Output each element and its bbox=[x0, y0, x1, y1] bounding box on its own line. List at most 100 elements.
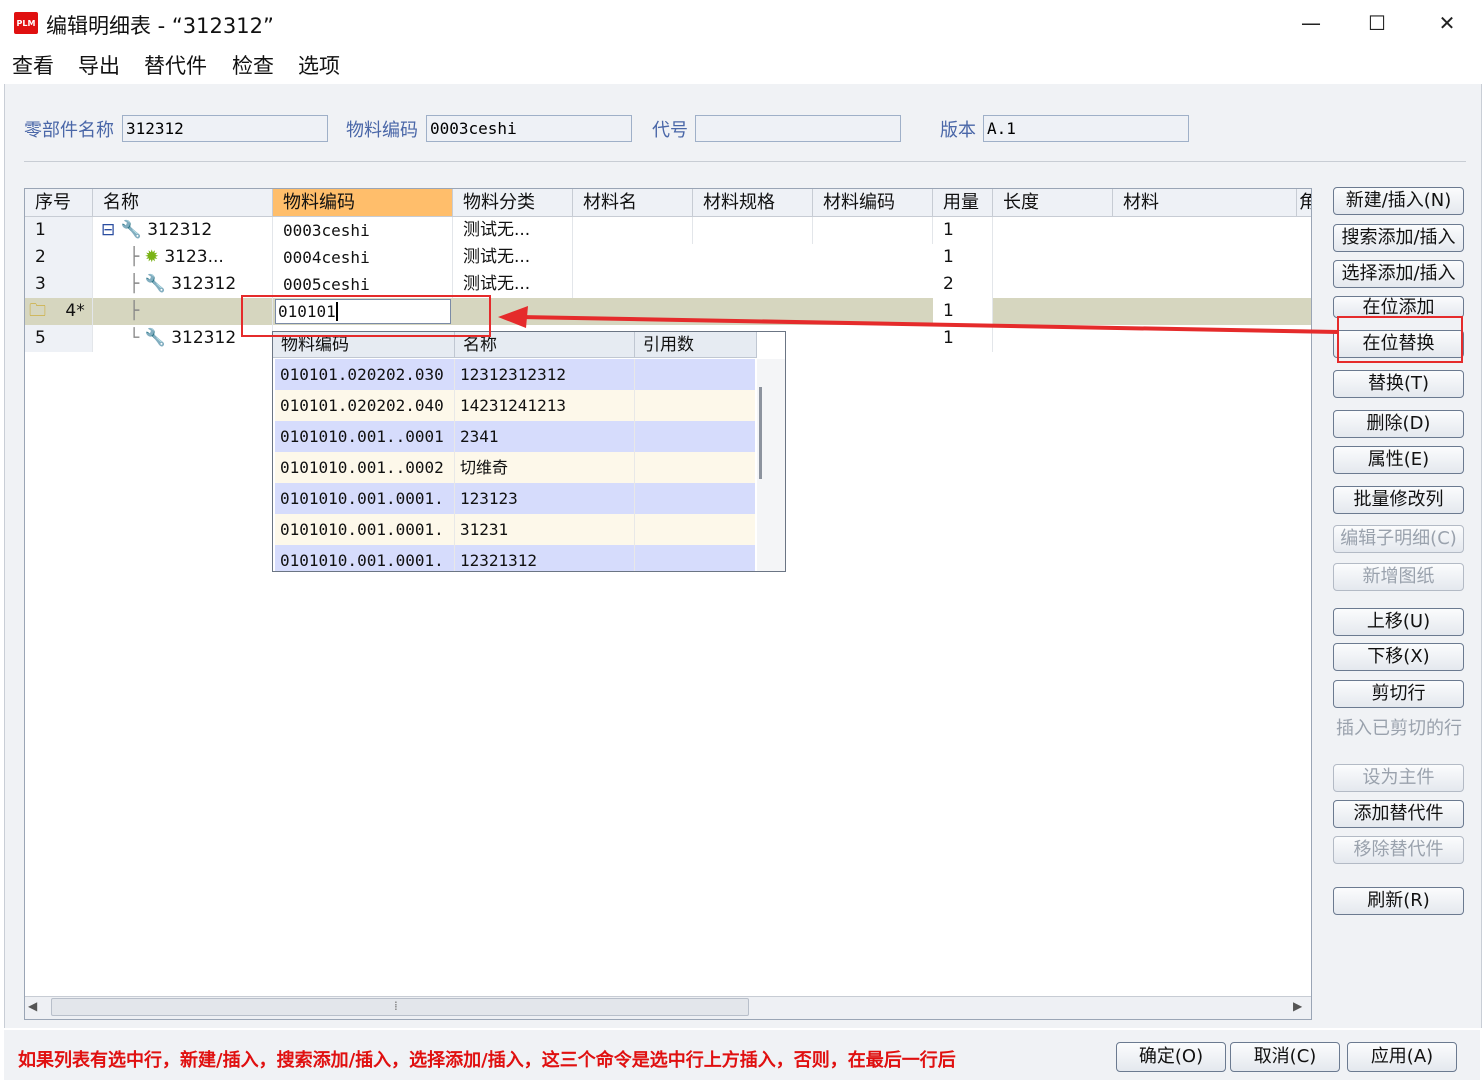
col-header-material[interactable]: 材料 bbox=[1113, 189, 1297, 217]
properties-button[interactable]: 属性(E) bbox=[1333, 446, 1464, 474]
dropdown-row-refs bbox=[635, 452, 755, 483]
col-header-category[interactable]: 物料分类 bbox=[453, 189, 573, 217]
dropdown-row[interactable]: 0101010.001..0001 2341 bbox=[275, 421, 755, 452]
tree-branch-icon: ├ bbox=[129, 247, 140, 267]
scroll-left-arrow-icon[interactable]: ◀ bbox=[28, 999, 37, 1013]
menu-options[interactable]: 选项 bbox=[298, 50, 340, 80]
part-icon: 🔧 bbox=[120, 220, 142, 240]
dropdown-row[interactable]: 0101010.001.0001. 123123 bbox=[275, 483, 755, 514]
row-seq: 3 bbox=[25, 271, 93, 298]
table-row[interactable]: 2 ├ ✹ 3123... 0004ceshi 测试无... 1 bbox=[25, 244, 1311, 271]
part-name-field[interactable]: 312312 bbox=[122, 115, 328, 142]
replace-button[interactable]: 替换(T) bbox=[1333, 370, 1464, 398]
new-drawing-button[interactable]: 新增图纸 bbox=[1333, 563, 1464, 591]
annotation-arrow-icon bbox=[498, 306, 1339, 334]
close-button[interactable]: ✕ bbox=[1412, 0, 1482, 46]
maximize-button[interactable]: ☐ bbox=[1342, 0, 1412, 46]
annotation-highlight-input bbox=[241, 295, 491, 337]
version-label: 版本 bbox=[940, 120, 976, 141]
cut-row-button[interactable]: 剪切行 bbox=[1333, 680, 1464, 708]
col-header-qty[interactable]: 用量 bbox=[933, 189, 993, 217]
inplace-add-button[interactable]: 在位添加 bbox=[1333, 296, 1464, 318]
menu-export[interactable]: 导出 bbox=[78, 50, 120, 80]
row-code: 0003ceshi bbox=[273, 217, 453, 244]
dropdown-row-name: 2341 bbox=[455, 421, 635, 452]
row-name-cell[interactable]: ├ ✹ 3123... bbox=[93, 244, 273, 271]
col-header-seq[interactable]: 序号 bbox=[25, 189, 93, 217]
material-code-field[interactable]: 0003ceshi bbox=[426, 115, 632, 142]
batch-edit-button[interactable]: 批量修改列 bbox=[1333, 486, 1464, 514]
dropdown-row-refs bbox=[635, 421, 755, 452]
row-category: 测试无... bbox=[453, 271, 573, 298]
col-header-name[interactable]: 名称 bbox=[93, 189, 273, 217]
remove-substitute-button[interactable]: 移除替代件 bbox=[1333, 836, 1464, 864]
move-up-button[interactable]: 上移(U) bbox=[1333, 608, 1464, 636]
version-field[interactable]: A.1 bbox=[983, 115, 1189, 142]
col-header-material-code[interactable]: 物料编码 bbox=[273, 189, 453, 217]
dropdown-row-refs bbox=[635, 514, 755, 545]
delete-button[interactable]: 删除(D) bbox=[1333, 410, 1464, 438]
dropdown-row[interactable]: 010101.020202.040 14231241213 bbox=[275, 390, 755, 421]
tree-branch-icon: ├ bbox=[129, 301, 140, 321]
col-header-material-spec[interactable]: 材料规格 bbox=[693, 189, 813, 217]
dropdown-row-code: 010101.020202.030 bbox=[275, 359, 455, 390]
dropdown-row[interactable]: 0101010.001..0002 切维奇 bbox=[275, 452, 755, 483]
row-name: 312312 bbox=[147, 220, 213, 240]
dropdown-row-name: 123123 bbox=[455, 483, 635, 514]
dropdown-row[interactable]: 0101010.001.0001. 12321312 bbox=[275, 545, 755, 571]
divider bbox=[24, 161, 1466, 162]
menu-substitute[interactable]: 替代件 bbox=[144, 50, 207, 80]
apply-button[interactable]: 应用(A) bbox=[1347, 1042, 1457, 1072]
select-add-button[interactable]: 选择添加/插入 bbox=[1333, 260, 1464, 288]
set-main-button[interactable]: 设为主件 bbox=[1333, 764, 1464, 792]
dropdown-row-refs bbox=[635, 390, 755, 421]
row-category: 测试无... bbox=[453, 244, 573, 271]
tree-branch-icon: ├ bbox=[129, 274, 140, 294]
menu-view[interactable]: 查看 bbox=[12, 50, 54, 80]
window-title: 编辑明细表 - “312312” bbox=[46, 14, 274, 38]
row-name-cell[interactable]: ⊟ 🔧 312312 bbox=[93, 217, 273, 244]
add-substitute-button[interactable]: 添加替代件 bbox=[1333, 800, 1464, 828]
dropdown-scrollbar[interactable] bbox=[757, 359, 785, 571]
refresh-button[interactable]: 刷新(R) bbox=[1333, 887, 1464, 915]
menu-check[interactable]: 检查 bbox=[232, 50, 274, 80]
row-material-spec bbox=[693, 217, 813, 244]
row-name: 312312 bbox=[171, 328, 237, 348]
collapse-icon[interactable]: ⊟ bbox=[101, 220, 115, 240]
ok-button[interactable]: 确定(O) bbox=[1116, 1042, 1226, 1072]
row-seq-cell: 🗀 4* bbox=[25, 298, 93, 325]
insert-cut-row-button[interactable]: 插入已剪切的行 bbox=[1331, 716, 1467, 744]
row-name-cell[interactable]: ├ 🔧 312312 bbox=[93, 271, 273, 298]
scroll-right-arrow-icon[interactable]: ▶ bbox=[1293, 999, 1302, 1013]
dropdown-row[interactable]: 010101.020202.030 12312312312 bbox=[275, 359, 755, 390]
code-field[interactable] bbox=[695, 115, 901, 142]
table-row[interactable]: 1 ⊟ 🔧 312312 0003ceshi 测试无... 1 bbox=[25, 217, 1311, 244]
row-seq: 4* bbox=[65, 301, 85, 321]
scrollbar-thumb[interactable] bbox=[51, 998, 749, 1016]
search-add-button[interactable]: 搜索添加/插入 bbox=[1333, 224, 1464, 252]
material-code-label: 物料编码 bbox=[346, 120, 418, 141]
app-icon: PLM bbox=[14, 12, 38, 34]
row-seq: 5 bbox=[25, 325, 93, 352]
dropdown-row-refs bbox=[635, 545, 755, 571]
dropdown-row[interactable]: 0101010.001.0001. 31231 bbox=[275, 514, 755, 545]
folder-icon: 🗀 bbox=[29, 301, 46, 321]
dropdown-row-code: 010101.020202.040 bbox=[275, 390, 455, 421]
material-code-dropdown[interactable]: 物料编码 名称 引用数 010101.020202.030 1231231231… bbox=[272, 331, 786, 572]
scrollbar-grip-icon: ⁞ bbox=[394, 999, 398, 1013]
col-header-material-code2[interactable]: 材料编码 bbox=[813, 189, 933, 217]
edit-child-button[interactable]: 编辑子明细(C) bbox=[1333, 525, 1464, 553]
minimize-button[interactable]: — bbox=[1276, 0, 1346, 46]
col-header-length[interactable]: 长度 bbox=[993, 189, 1113, 217]
dropdown-row-refs bbox=[635, 359, 755, 390]
cancel-button[interactable]: 取消(C) bbox=[1230, 1042, 1340, 1072]
dropdown-row-code: 0101010.001..0001 bbox=[275, 421, 455, 452]
dropdown-row-refs bbox=[635, 483, 755, 514]
dropdown-scroll-thumb[interactable] bbox=[759, 387, 762, 479]
col-header-angle[interactable]: 角 bbox=[1297, 189, 1311, 217]
table-row[interactable]: 3 ├ 🔧 312312 0005ceshi 测试无... 2 bbox=[25, 271, 1311, 298]
new-insert-button[interactable]: 新建/插入(N) bbox=[1333, 187, 1464, 215]
col-header-material-name[interactable]: 材料名 bbox=[573, 189, 693, 217]
part-name-label: 零部件名称 bbox=[24, 120, 114, 141]
move-down-button[interactable]: 下移(X) bbox=[1333, 643, 1464, 671]
